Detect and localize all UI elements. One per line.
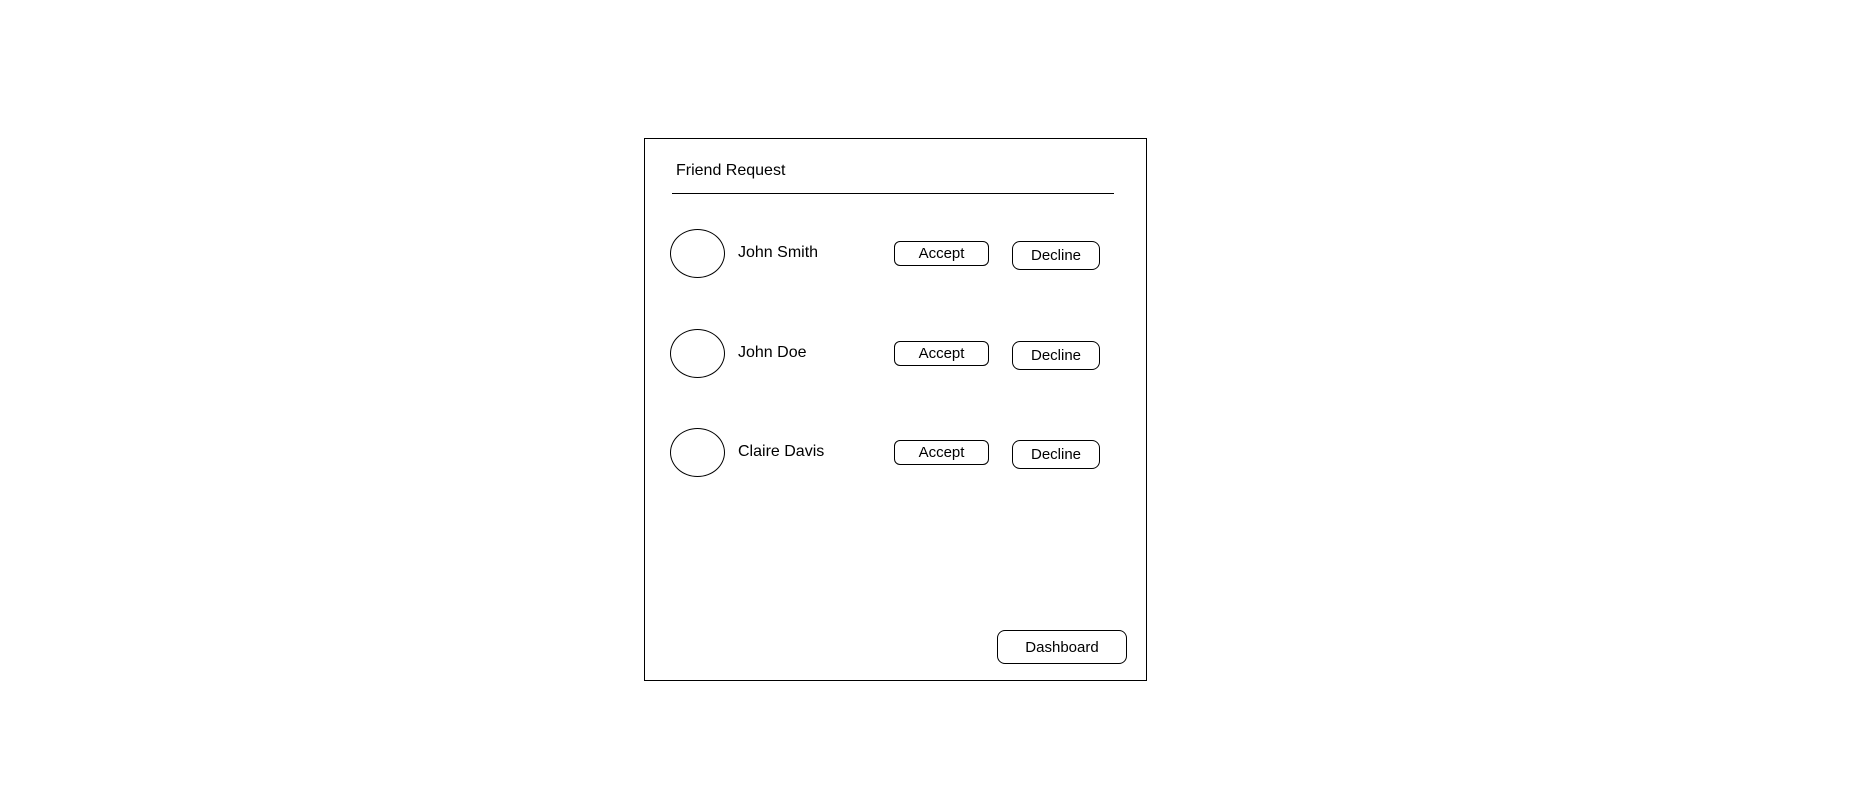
decline-button[interactable]: Decline: [1012, 241, 1100, 270]
accept-button[interactable]: Accept: [894, 440, 989, 465]
requester-name: John Doe: [738, 344, 807, 361]
dashboard-button[interactable]: Dashboard: [997, 630, 1127, 664]
avatar: [670, 329, 725, 378]
avatar: [670, 229, 725, 278]
accept-button[interactable]: Accept: [894, 341, 989, 366]
accept-button[interactable]: Accept: [894, 241, 989, 266]
friend-request-panel: Friend Request John Smith Accept Decline…: [644, 138, 1147, 681]
requester-name: John Smith: [738, 244, 819, 261]
friend-request-row: Claire Davis Accept Decline: [645, 426, 1146, 478]
friend-request-list: John Smith Accept Decline John Doe Accep…: [645, 139, 1146, 680]
avatar: [670, 428, 725, 477]
decline-button[interactable]: Decline: [1012, 440, 1100, 469]
requester-name: Claire Davis: [738, 443, 825, 460]
decline-button[interactable]: Decline: [1012, 341, 1100, 370]
friend-request-row: John Smith Accept Decline: [645, 227, 1146, 279]
friend-request-row: John Doe Accept Decline: [645, 327, 1146, 379]
